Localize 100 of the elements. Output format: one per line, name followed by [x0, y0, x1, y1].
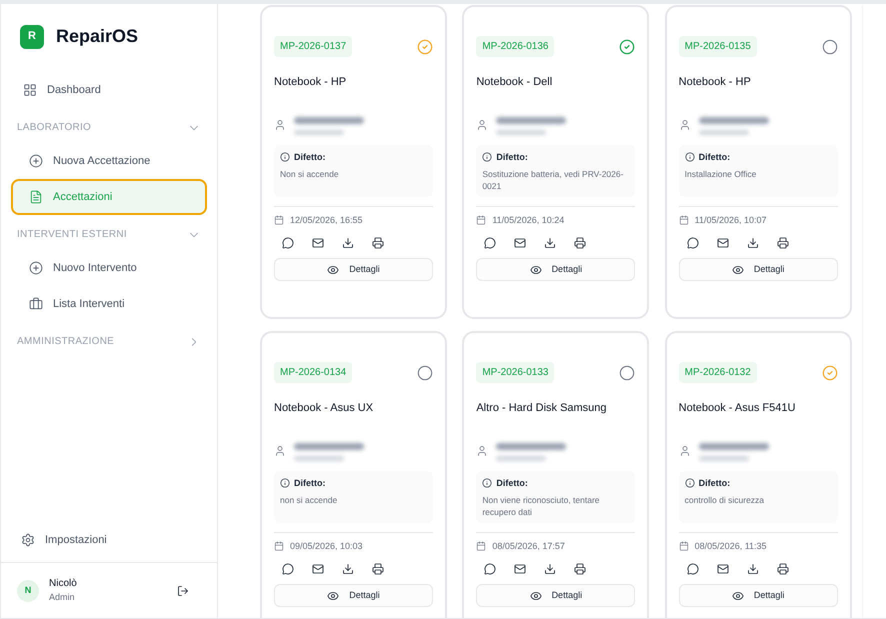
mail-icon[interactable] — [716, 237, 729, 249]
defect-text: Non viene riconosciuto, tentare recupero dati — [482, 494, 601, 518]
order-code-badge: MP-2026-0137 — [274, 36, 352, 57]
info-icon — [684, 478, 695, 488]
device-title: Notebook - Dell — [476, 75, 554, 90]
chat-icon[interactable] — [282, 237, 294, 249]
logo-badge: R — [20, 24, 44, 48]
date-text: 08/05/2026, 17:57 — [492, 540, 565, 552]
settings-icon — [21, 533, 35, 547]
details-button[interactable]: Dettagli — [678, 258, 838, 281]
redacted-customer — [294, 442, 364, 460]
info-icon — [280, 152, 290, 162]
chat-icon[interactable] — [484, 563, 496, 575]
mail-icon[interactable] — [312, 563, 324, 575]
download-icon[interactable] — [746, 237, 759, 249]
mail-icon[interactable] — [716, 563, 729, 575]
nav-item[interactable]: Dashboard — [11, 72, 207, 108]
defect-label: Difetto: — [496, 150, 528, 164]
eye-icon — [530, 264, 542, 276]
printer-icon[interactable] — [372, 237, 384, 249]
order-code-badge: MP-2026-0132 — [678, 362, 757, 383]
chat-icon[interactable] — [686, 237, 699, 249]
logout-icon[interactable] — [177, 584, 189, 596]
order-code-badge: MP-2026-0135 — [678, 36, 757, 57]
nav-item[interactable]: Lista Interventi — [11, 286, 207, 322]
briefcase-icon — [29, 297, 43, 311]
info-icon — [684, 152, 695, 162]
defect-text: non si accende — [280, 494, 338, 506]
plus-circle-icon — [29, 154, 43, 168]
printer-icon[interactable] — [574, 563, 586, 575]
calendar-icon — [476, 541, 486, 552]
calendar-icon — [476, 215, 486, 226]
person-icon — [274, 118, 286, 130]
order-code-badge: MP-2026-0134 — [274, 362, 352, 383]
chat-icon[interactable] — [484, 237, 496, 249]
date-text: 09/05/2026, 10:03 — [290, 540, 363, 552]
info-icon — [482, 152, 492, 162]
document-icon — [29, 190, 43, 204]
date-text: 08/05/2026, 11:35 — [694, 540, 767, 552]
details-button[interactable]: Dettagli — [274, 584, 433, 607]
person-icon — [476, 444, 488, 456]
grid-icon — [23, 83, 37, 97]
settings-link[interactable]: Impostazioni — [1, 518, 217, 562]
details-button[interactable]: Dettagli — [274, 258, 433, 281]
eye-icon — [732, 264, 744, 276]
app-title: RepairOS — [56, 25, 138, 48]
defect-label: Difetto: — [496, 476, 528, 490]
printer-icon[interactable] — [776, 237, 789, 249]
printer-icon[interactable] — [776, 563, 789, 575]
defect-label: Difetto: — [294, 476, 326, 490]
info-icon — [482, 478, 492, 488]
details-button[interactable]: Dettagli — [476, 258, 636, 281]
order-code-badge: MP-2026-0136 — [476, 36, 554, 57]
defect-text: Installazione Office — [684, 168, 758, 180]
eye-icon — [732, 590, 744, 602]
details-button[interactable]: Dettagli — [476, 584, 636, 607]
chat-icon[interactable] — [282, 563, 294, 575]
date-text: 11/05/2026, 10:07 — [694, 214, 767, 226]
defect-label: Difetto: — [698, 476, 730, 490]
device-title: Notebook - Asus UX — [274, 401, 374, 416]
device-title: Notebook - Asus F541U — [678, 401, 796, 416]
user-role: Admin — [49, 591, 76, 604]
details-button[interactable]: Dettagli — [678, 584, 838, 607]
date-text: 12/05/2026, 16:55 — [290, 214, 363, 226]
eye-icon — [327, 590, 340, 602]
defect-label: Difetto: — [698, 150, 730, 164]
order-code-badge: MP-2026-0133 — [476, 362, 554, 383]
download-icon[interactable] — [342, 563, 354, 575]
redacted-customer — [496, 442, 566, 460]
calendar-icon — [274, 541, 284, 552]
nav-item[interactable]: Nuova Accettazione — [11, 143, 207, 179]
date-text: 11/05/2026, 10:24 — [492, 214, 564, 226]
defect-text: Sostituzione batteria, vedi PRV-2026-0021 — [482, 168, 624, 192]
eye-icon — [327, 264, 340, 276]
person-icon — [678, 118, 691, 130]
redacted-customer — [698, 442, 769, 460]
person-icon — [274, 444, 286, 456]
person-icon — [678, 444, 691, 456]
nav-item[interactable]: Nuovo Intervento — [11, 250, 207, 286]
mail-icon[interactable] — [514, 563, 526, 575]
printer-icon[interactable] — [372, 563, 384, 575]
download-icon[interactable] — [746, 563, 759, 575]
user-name: Nicolò — [49, 577, 78, 592]
device-title: Notebook - HP — [274, 75, 348, 90]
mail-icon[interactable] — [514, 237, 526, 249]
defect-label: Difetto: — [294, 150, 326, 164]
calendar-icon — [678, 215, 689, 226]
mail-icon[interactable] — [312, 237, 324, 249]
chat-icon[interactable] — [686, 563, 699, 575]
calendar-icon — [678, 541, 689, 552]
defect-text: controllo di sicurezza — [684, 494, 766, 506]
download-icon[interactable] — [544, 563, 556, 575]
defect-text: Non si accende — [280, 168, 340, 180]
eye-icon — [530, 590, 542, 602]
printer-icon[interactable] — [574, 237, 586, 249]
download-icon[interactable] — [342, 237, 354, 249]
download-icon[interactable] — [544, 237, 556, 249]
redacted-customer — [496, 116, 566, 134]
info-icon — [280, 478, 290, 488]
device-title: Altro - Hard Disk Samsung — [476, 401, 608, 416]
